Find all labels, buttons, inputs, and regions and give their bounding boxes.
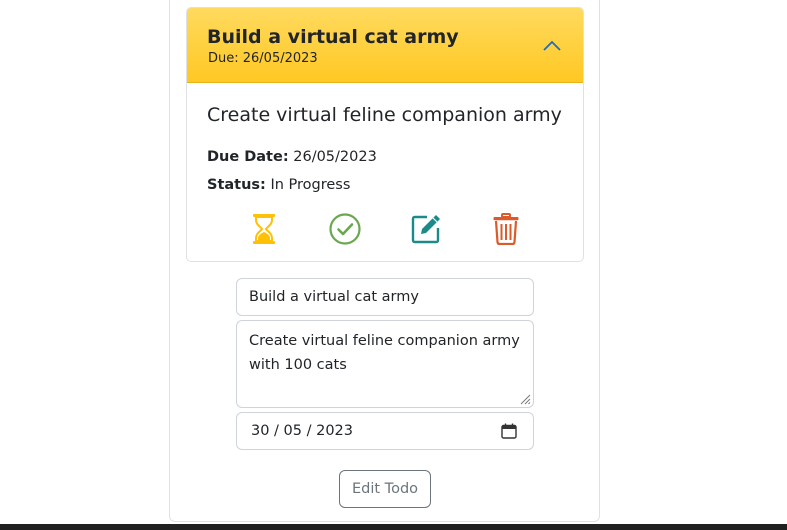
status-row: Status: In Progress: [207, 177, 350, 193]
in-progress-button[interactable]: [247, 212, 281, 246]
description-textarea[interactable]: Create virtual feline companion army wit…: [236, 320, 534, 408]
description-textarea-value: Create virtual feline companion army wit…: [249, 333, 520, 373]
chevron-up-icon[interactable]: [542, 38, 562, 52]
trash-icon: [493, 213, 519, 245]
due-date-row: Due Date: 26/05/2023: [207, 149, 377, 165]
todo-accordion-item: Build a virtual cat army Due: 26/05/2023…: [186, 7, 584, 262]
accordion-header[interactable]: Build a virtual cat army Due: 26/05/2023: [187, 8, 583, 83]
due-date-input[interactable]: 30 / 05 / 2023: [236, 412, 534, 450]
due-date-input-value: 30 / 05 / 2023: [251, 423, 354, 439]
calendar-icon[interactable]: [501, 423, 517, 439]
title-input-value: Build a virtual cat army: [249, 289, 419, 305]
edit-button[interactable]: [409, 212, 443, 246]
edit-todo-button[interactable]: Edit Todo: [339, 470, 431, 508]
edit-icon: [411, 215, 440, 244]
resize-handle-icon[interactable]: [519, 393, 531, 405]
delete-button[interactable]: [489, 212, 523, 246]
title-input[interactable]: Build a virtual cat army: [236, 278, 534, 316]
hourglass-icon: [253, 214, 275, 244]
todo-due-summary: Due: 26/05/2023: [208, 51, 318, 66]
todo-title: Build a virtual cat army: [207, 26, 459, 48]
due-date-value: 26/05/2023: [293, 149, 377, 165]
status-label: Status:: [207, 177, 266, 193]
check-circle-icon: [329, 213, 361, 245]
status-value: In Progress: [270, 177, 351, 193]
complete-button[interactable]: [328, 212, 362, 246]
todo-description: Create virtual feline companion army: [207, 104, 562, 126]
taskbar-edge: [0, 524, 787, 530]
due-date-label: Due Date:: [207, 149, 289, 165]
